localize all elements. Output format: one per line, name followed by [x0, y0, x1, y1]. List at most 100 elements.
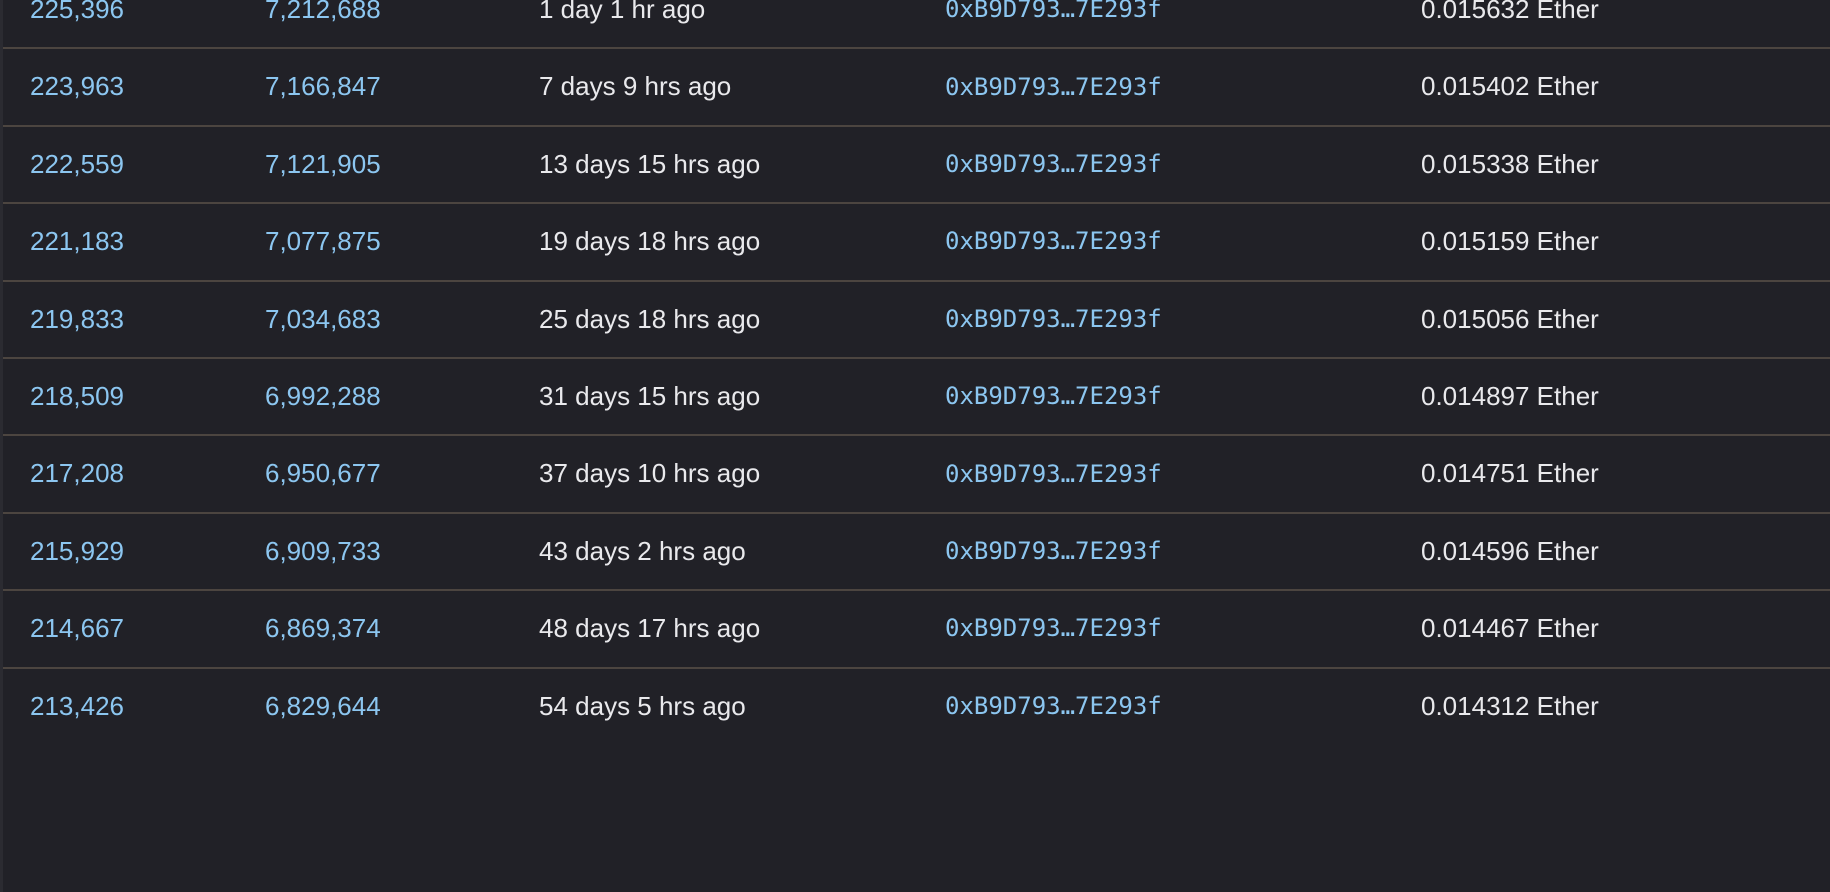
cell-block: 217,208	[3, 435, 264, 512]
block-link[interactable]: 218,509	[3, 381, 264, 412]
cell-height: 6,869,374	[264, 590, 538, 667]
cell-height: 6,950,677	[264, 435, 538, 512]
cell-block: 213,426	[3, 668, 264, 745]
cell-height: 6,992,288	[264, 358, 538, 435]
block-link[interactable]: 225,396	[3, 0, 264, 25]
cell-reward: 0.015402 Ether	[1420, 48, 1830, 125]
address-link[interactable]: 0xB9D793…7E293f	[944, 692, 1420, 721]
height-link[interactable]: 7,166,847	[264, 71, 538, 102]
cell-age: 54 days 5 hrs ago	[538, 668, 944, 745]
cell-block: 225,396	[3, 0, 264, 48]
height-link[interactable]: 7,121,905	[264, 149, 538, 180]
cell-address: 0xB9D793…7E293f	[944, 281, 1420, 358]
table-scroll-container: 225,396 7,212,688 1 day 1 hr ago 0xB9D793…7…	[3, 0, 1830, 745]
cell-address: 0xB9D793…7E293f	[944, 48, 1420, 125]
reward-value: 0.014467 Ether	[1421, 613, 1599, 644]
cell-reward: 0.014751 Ether	[1420, 435, 1830, 512]
address-link[interactable]: 0xB9D793…7E293f	[944, 305, 1420, 334]
cell-height: 7,034,683	[264, 281, 538, 358]
cell-address: 0xB9D793…7E293f	[944, 513, 1420, 590]
block-link[interactable]: 214,667	[3, 613, 264, 644]
table-row[interactable]: 223,963 7,166,847 7 days 9 hrs ago 0xB9D793…	[3, 48, 1830, 126]
cell-height: 7,077,875	[264, 203, 538, 280]
cell-reward: 0.015056 Ether	[1420, 281, 1830, 358]
cell-address: 0xB9D793…7E293f	[944, 358, 1420, 435]
age-value: 1 day 1 hr ago	[539, 0, 706, 24]
reward-value: 0.014751 Ether	[1421, 458, 1599, 489]
cell-height: 6,829,644	[264, 668, 538, 745]
cell-reward: 0.015159 Ether	[1420, 203, 1830, 280]
age-value: 7 days 9 hrs ago	[539, 71, 732, 102]
address-link[interactable]: 0xB9D793…7E293f	[944, 614, 1420, 643]
block-link[interactable]: 223,963	[3, 71, 264, 102]
cell-height: 7,212,688	[264, 0, 538, 48]
cell-age: 19 days 18 hrs ago	[538, 203, 944, 280]
table-row[interactable]: 218,509 6,992,288 31 days 15 hrs ago 0xB9D7…	[3, 357, 1830, 436]
cell-reward: 0.014312 Ether	[1420, 668, 1830, 745]
address-link[interactable]: 0xB9D793…7E293f	[944, 227, 1420, 256]
height-link[interactable]: 7,077,875	[264, 226, 538, 257]
address-link[interactable]: 0xB9D793…7E293f	[944, 537, 1420, 566]
address-link[interactable]: 0xB9D793…7E293f	[944, 150, 1420, 179]
height-link[interactable]: 6,869,374	[264, 613, 538, 644]
cell-reward: 0.015338 Ether	[1420, 126, 1830, 203]
age-value: 54 days 5 hrs ago	[539, 691, 746, 722]
age-value: 19 days 18 hrs ago	[539, 226, 761, 257]
block-link[interactable]: 219,833	[3, 304, 264, 335]
reward-value: 0.015632 Ether	[1421, 0, 1599, 24]
cell-block: 214,667	[3, 590, 264, 667]
reward-value: 0.014897 Ether	[1421, 381, 1599, 412]
cell-address: 0xB9D793…7E293f	[944, 590, 1420, 667]
block-rewards-table-viewport[interactable]: 225,396 7,212,688 1 day 1 hr ago 0xB9D793…7…	[0, 0, 1830, 892]
height-link[interactable]: 6,909,733	[264, 536, 538, 567]
cell-age: 37 days 10 hrs ago	[538, 435, 944, 512]
reward-value: 0.014596 Ether	[1421, 535, 1599, 566]
address-link[interactable]: 0xB9D793…7E293f	[944, 460, 1420, 489]
age-value: 31 days 15 hrs ago	[539, 381, 761, 412]
table-row[interactable]: 217,208 6,950,677 37 days 10 hrs ago 0xB9D7…	[3, 435, 1830, 513]
table-row[interactable]: 221,183 7,077,875 19 days 18 hrs ago 0xB9D7…	[3, 203, 1830, 281]
cell-age: 43 days 2 hrs ago	[538, 513, 944, 590]
cell-reward: 0.014467 Ether	[1420, 590, 1830, 667]
table-row[interactable]: 215,929 6,909,733 43 days 2 hrs ago 0xB9D79…	[3, 512, 1830, 591]
block-link[interactable]: 217,208	[3, 458, 264, 489]
table-row[interactable]: 213,426 6,829,644 54 days 5 hrs ago 0xB9D79…	[3, 667, 1830, 745]
reward-value: 0.015338 Ether	[1421, 148, 1599, 179]
cell-address: 0xB9D793…7E293f	[944, 203, 1420, 280]
cell-address: 0xB9D793…7E293f	[944, 668, 1420, 745]
cell-age: 31 days 15 hrs ago	[538, 358, 944, 435]
cell-age: 13 days 15 hrs ago	[538, 126, 944, 203]
cell-address: 0xB9D793…7E293f	[944, 0, 1420, 48]
table-row[interactable]: 214,667 6,869,374 48 days 17 hrs ago 0xB9D7…	[3, 590, 1830, 668]
height-link[interactable]: 6,950,677	[264, 458, 538, 489]
height-link[interactable]: 7,034,683	[264, 304, 538, 335]
reward-value: 0.015402 Ether	[1421, 71, 1599, 102]
height-link[interactable]: 6,992,288	[264, 381, 538, 412]
height-link[interactable]: 7,212,688	[264, 0, 538, 25]
table-row[interactable]: 225,396 7,212,688 1 day 1 hr ago 0xB9D793…7…	[3, 0, 1830, 49]
address-link[interactable]: 0xB9D793…7E293f	[944, 382, 1420, 411]
age-value: 48 days 17 hrs ago	[539, 613, 761, 644]
block-link[interactable]: 222,559	[3, 149, 264, 180]
table-row[interactable]: 219,833 7,034,683 25 days 18 hrs ago 0xB9D7…	[3, 280, 1830, 358]
height-link[interactable]: 6,829,644	[264, 691, 538, 722]
block-link[interactable]: 221,183	[3, 226, 264, 257]
cell-address: 0xB9D793…7E293f	[944, 126, 1420, 203]
table-body: 225,396 7,212,688 1 day 1 hr ago 0xB9D793…7…	[3, 0, 1830, 745]
cell-age: 25 days 18 hrs ago	[538, 281, 944, 358]
cell-age: 7 days 9 hrs ago	[538, 48, 944, 125]
cell-reward: 0.015632 Ether	[1420, 0, 1830, 48]
cell-height: 7,121,905	[264, 126, 538, 203]
cell-block: 223,963	[3, 48, 264, 125]
table-row[interactable]: 222,559 7,121,905 13 days 15 hrs ago 0xB9D7…	[3, 125, 1830, 204]
cell-age: 48 days 17 hrs ago	[538, 590, 944, 667]
cell-address: 0xB9D793…7E293f	[944, 435, 1420, 512]
cell-block: 215,929	[3, 513, 264, 590]
block-link[interactable]: 215,929	[3, 536, 264, 567]
block-link[interactable]: 213,426	[3, 691, 264, 722]
reward-value: 0.015159 Ether	[1421, 226, 1599, 257]
address-link[interactable]: 0xB9D793…7E293f	[944, 0, 1420, 24]
age-value: 13 days 15 hrs ago	[539, 148, 761, 179]
address-link[interactable]: 0xB9D793…7E293f	[944, 73, 1420, 102]
block-rewards-table: 225,396 7,212,688 1 day 1 hr ago 0xB9D793…7…	[3, 0, 1830, 745]
